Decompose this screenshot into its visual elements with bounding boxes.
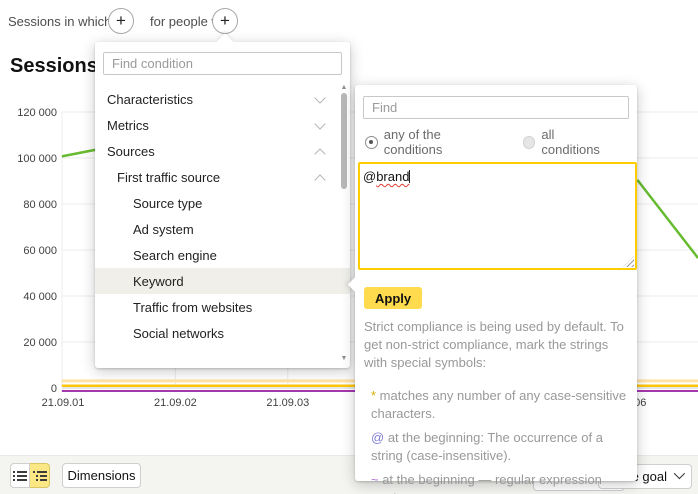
- view-toggle-group: [10, 463, 50, 488]
- condition-item-traffic-from-websites[interactable]: Traffic from websites: [95, 294, 350, 320]
- textarea-word: brand: [376, 169, 409, 184]
- chevron-down-icon: [314, 118, 325, 129]
- special-symbol: ~: [371, 472, 379, 487]
- tree-list-view-button[interactable]: [30, 463, 50, 488]
- help-item-text: at the beginning — regular expression mo…: [371, 472, 602, 494]
- scroll-up-icon[interactable]: ▲: [340, 84, 348, 91]
- scroll-down-icon[interactable]: ▼: [340, 355, 348, 362]
- svg-text:80 000: 80 000: [23, 199, 57, 211]
- condition-item-social-networks[interactable]: Social networks: [95, 320, 350, 346]
- panel-scrollbar[interactable]: ▲ ▼: [340, 84, 348, 362]
- dimensions-button-label: Dimensions: [68, 468, 136, 483]
- flat-list-view-button[interactable]: [10, 463, 30, 488]
- condition-item-label: Keyword: [95, 274, 184, 289]
- help-item-text: matches any number of any case-sensitive…: [371, 388, 626, 421]
- keyword-condition-popup: any of the conditions all conditions @br…: [355, 85, 637, 481]
- svg-text:21.09.01: 21.09.01: [42, 397, 85, 409]
- green-sessions-line: [637, 180, 698, 258]
- help-symbol-list: * matches any number of any case-sensiti…: [364, 387, 630, 494]
- condition-item-label: Sources: [95, 144, 155, 159]
- special-symbol: @: [371, 430, 384, 445]
- condition-dropdown-panel: Characteristics Metrics Sources First traff…: [95, 42, 350, 368]
- apply-button[interactable]: Apply: [364, 287, 422, 309]
- textarea-at-prefix: @: [363, 169, 376, 184]
- chevron-up-icon: [314, 148, 325, 159]
- radio-all-label[interactable]: all conditions: [541, 127, 615, 157]
- help-item: @ at the beginning: The occurrence of a …: [371, 429, 630, 465]
- radio-any-selected[interactable]: [365, 136, 378, 149]
- tree-list-icon: [33, 470, 47, 482]
- popup-find-input[interactable]: [363, 96, 629, 119]
- condition-item-keyword[interactable]: Keyword: [95, 268, 350, 294]
- condition-item-label: Source type: [95, 196, 202, 211]
- chevron-up-icon: [314, 174, 325, 185]
- condition-item-label: First traffic source: [95, 170, 220, 185]
- svg-text:21.09.03: 21.09.03: [266, 397, 309, 409]
- svg-text:40 000: 40 000: [23, 291, 57, 303]
- chevron-down-icon: [314, 92, 325, 103]
- condition-item-label: Social networks: [95, 326, 224, 341]
- chevron-down-icon: [674, 468, 685, 479]
- text-caret: [409, 170, 410, 183]
- condition-item-source-type[interactable]: Source type: [95, 190, 350, 216]
- condition-item-characteristics[interactable]: Characteristics: [95, 86, 350, 112]
- svg-text:120 000: 120 000: [17, 107, 57, 119]
- condition-item-metrics[interactable]: Metrics: [95, 112, 350, 138]
- condition-list: Characteristics Metrics Sources First traff…: [95, 86, 350, 346]
- condition-item-first-traffic-source[interactable]: First traffic source: [95, 164, 350, 190]
- green-sessions-line: [62, 150, 96, 157]
- condition-item-label: Metrics: [95, 118, 149, 133]
- keyword-values-textarea[interactable]: @brand: [358, 162, 637, 270]
- condition-item-label: Search engine: [95, 248, 217, 263]
- dimensions-button[interactable]: Dimensions: [62, 463, 141, 488]
- condition-item-search-engine[interactable]: Search engine: [95, 242, 350, 268]
- help-intro: Strict compliance is being used by defau…: [364, 318, 630, 373]
- svg-text:0: 0: [51, 383, 57, 395]
- conditions-mode-radios: any of the conditions all conditions: [365, 127, 637, 157]
- help-item: ~ at the beginning — regular expression …: [371, 471, 630, 494]
- condition-item-label: Characteristics: [95, 92, 193, 107]
- analytics-screen: Sessions in which + for people with + Se…: [0, 0, 698, 494]
- svg-text:20 000: 20 000: [23, 337, 57, 349]
- condition-item-label: Ad system: [95, 222, 194, 237]
- condition-item-ad-system[interactable]: Ad system: [95, 216, 350, 242]
- scrollbar-thumb[interactable]: [341, 93, 347, 189]
- radio-any-label[interactable]: any of the conditions: [384, 127, 501, 157]
- radio-all-unselected[interactable]: [523, 136, 536, 149]
- svg-text:60 000: 60 000: [23, 245, 57, 257]
- resize-grip-icon[interactable]: [623, 256, 634, 267]
- help-item-text: at the beginning: The occurrence of a st…: [371, 430, 603, 463]
- svg-text:100 000: 100 000: [17, 153, 57, 165]
- syntax-help-text: Strict compliance is being used by defau…: [364, 318, 630, 494]
- find-condition-input[interactable]: [103, 52, 342, 75]
- flat-list-icon: [13, 470, 27, 482]
- condition-item-label: Traffic from websites: [95, 300, 252, 315]
- condition-item-sources[interactable]: Sources: [95, 138, 350, 164]
- svg-text:21.09.02: 21.09.02: [154, 397, 197, 409]
- help-item: * matches any number of any case-sensiti…: [371, 387, 630, 423]
